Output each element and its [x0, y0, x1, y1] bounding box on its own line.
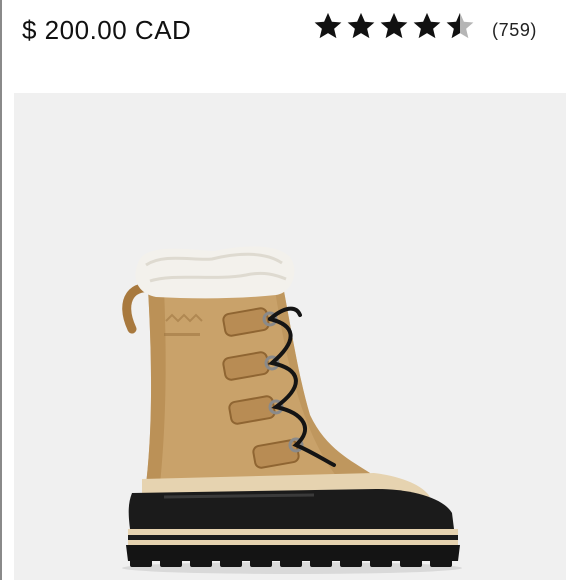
boot-image	[122, 246, 462, 574]
star-icon	[347, 12, 375, 39]
review-count-link[interactable]: (759)	[492, 20, 537, 41]
rating-summary[interactable]: (759)	[313, 8, 537, 44]
product-image[interactable]	[14, 93, 566, 580]
half-star-icon	[446, 12, 474, 39]
divider	[0, 0, 2, 580]
product-price: $ 200.00 CAD	[22, 15, 192, 45]
star-icon	[380, 12, 408, 39]
star-rating[interactable]	[313, 11, 478, 41]
star-icon	[314, 12, 342, 39]
product-page: $ 200.00 CAD (759)	[0, 0, 580, 580]
star-icon	[413, 12, 441, 39]
